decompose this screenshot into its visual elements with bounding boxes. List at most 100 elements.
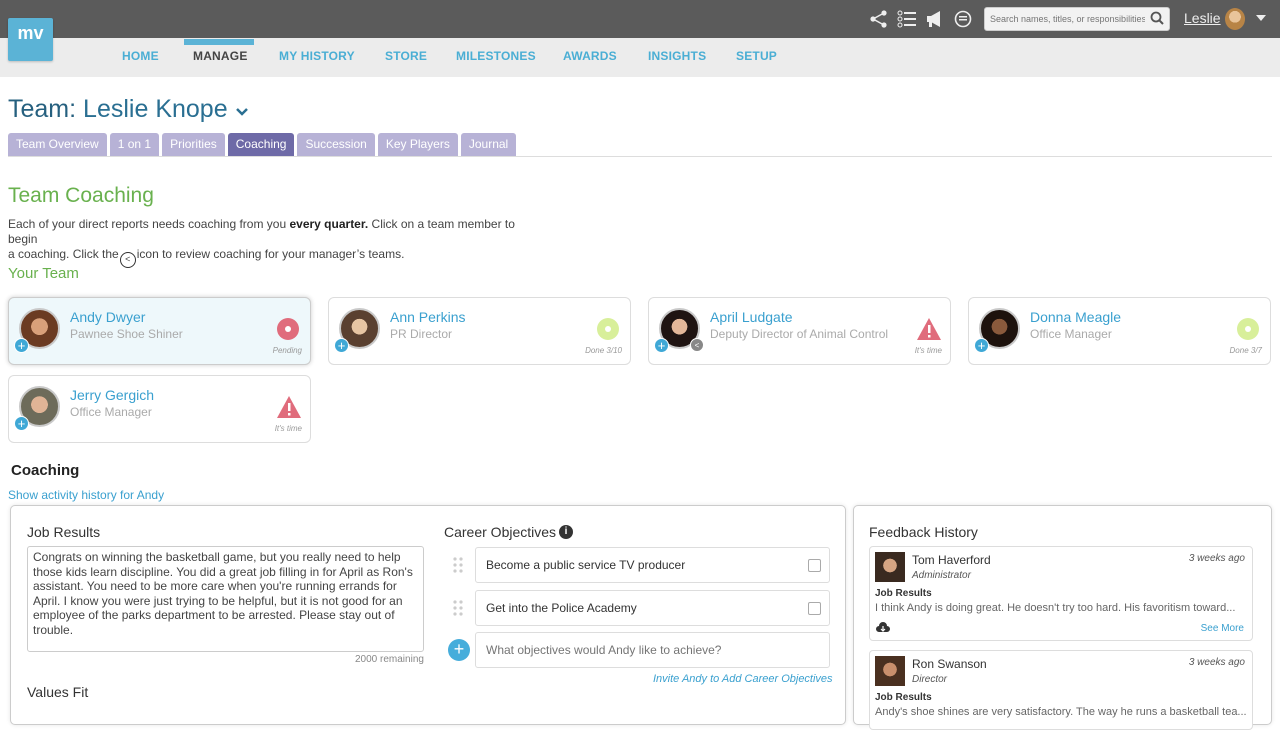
objective-item[interactable]: Become a public service TV producer: [475, 547, 830, 583]
feedback-text: Andy's shoe shines are very satisfactory…: [875, 706, 1247, 718]
objective-input[interactable]: [475, 632, 830, 668]
add-objective-button[interactable]: +: [448, 639, 470, 661]
job-results-textarea[interactable]: Congrats on winning the basketball game,…: [27, 546, 424, 652]
avatar: [875, 552, 905, 582]
your-team-heading: Your Team: [8, 265, 79, 282]
feedback-time: 3 weeks ago: [1188, 657, 1245, 668]
warning-icon: [916, 317, 941, 341]
megaphone-icon[interactable]: [924, 8, 946, 30]
member-card-jerry[interactable]: + Jerry Gergich Office Manager It's time: [8, 375, 311, 443]
values-fit-title: Values Fit: [27, 684, 89, 700]
nav-milestones[interactable]: MILESTONES: [456, 49, 536, 63]
member-title: Deputy Director of Animal Control: [710, 327, 889, 341]
add-icon[interactable]: +: [14, 416, 29, 431]
search-icon[interactable]: [1150, 11, 1164, 30]
feedback-time: 3 weeks ago: [1188, 553, 1245, 564]
career-objectives-title: Career Objectives: [444, 524, 557, 540]
add-icon[interactable]: +: [974, 338, 989, 353]
nav-active-indicator: [184, 39, 254, 45]
section-title: Team Coaching: [8, 184, 154, 207]
feedback-author: Ron Swanson: [912, 657, 987, 671]
drag-handle-icon[interactable]: [452, 599, 464, 617]
drag-handle-icon[interactable]: [452, 556, 464, 574]
search-input[interactable]: [985, 8, 1145, 30]
feedback-author: Tom Haverford: [912, 553, 991, 567]
feedback-role: Director: [912, 674, 948, 685]
tab-succession[interactable]: Succession: [297, 133, 375, 156]
chat-icon[interactable]: [952, 8, 974, 30]
feedback-section: Job Results: [875, 692, 932, 703]
info-icon[interactable]: i: [559, 525, 573, 539]
user-name-link[interactable]: Leslie: [1184, 10, 1221, 26]
feedback-panel: Feedback History Tom Haverford Administr…: [853, 505, 1272, 730]
top-icons: [868, 8, 974, 30]
feedback-item: Tom Haverford Administrator 3 weeks ago …: [869, 546, 1253, 641]
feedback-role: Administrator: [912, 570, 971, 581]
feedback-section: Job Results: [875, 588, 932, 599]
status-text: It's time: [274, 424, 302, 433]
intro-text: Each of your direct reports needs coachi…: [8, 217, 528, 268]
tab-team-overview[interactable]: Team Overview: [8, 133, 107, 156]
status-text: Done 3/10: [585, 346, 622, 355]
nav-insights[interactable]: INSIGHTS: [648, 49, 706, 63]
member-card-donna[interactable]: + Donna Meagle Office Manager Done 3/7: [968, 297, 1271, 365]
pending-icon: [276, 317, 300, 341]
user-menu-caret-icon[interactable]: [1256, 15, 1266, 21]
add-icon[interactable]: +: [14, 338, 29, 353]
job-results-title: Job Results: [27, 524, 101, 540]
member-title: Office Manager: [1030, 327, 1112, 341]
nav-awards[interactable]: AWARDS: [563, 49, 617, 63]
add-icon[interactable]: +: [654, 338, 669, 353]
member-name: Jerry Gergich: [70, 387, 155, 403]
tab-coaching[interactable]: Coaching: [227, 133, 295, 156]
status-text: Done 3/7: [1229, 346, 1262, 355]
objective-checkbox[interactable]: [808, 559, 821, 572]
member-card-andy[interactable]: + Andy Dwyer Pawnee Shoe Shiner Pending: [8, 297, 311, 365]
feedback-item: Ron Swanson Director 3 weeks ago Job Res…: [869, 650, 1253, 730]
invite-link[interactable]: Invite Andy to Add Career Objectives: [653, 673, 833, 685]
done-icon: [1236, 317, 1260, 341]
member-name: Andy Dwyer: [70, 309, 146, 325]
feedback-text: I think Andy is doing great. He doesn't …: [875, 602, 1236, 614]
nav-home[interactable]: HOME: [122, 49, 159, 63]
done-icon: [596, 317, 620, 341]
chars-remaining: 2000 remaining: [355, 654, 424, 665]
top-bar: Leslie: [0, 0, 1280, 38]
search-box[interactable]: [984, 7, 1170, 31]
checklist-icon[interactable]: [896, 8, 918, 30]
cloud-download-icon[interactable]: [876, 621, 890, 639]
see-more-link[interactable]: See More: [1201, 623, 1244, 634]
nav-manage[interactable]: MANAGE: [193, 49, 248, 63]
share-icon[interactable]: <: [690, 338, 704, 352]
status-text: Pending: [272, 346, 302, 355]
page-title[interactable]: Team: Leslie Knope: [8, 95, 249, 124]
coaching-heading: Coaching: [11, 462, 80, 479]
objective-checkbox[interactable]: [808, 602, 821, 615]
avatar: [875, 656, 905, 686]
coaching-panel: Job Results Congrats on winning the bask…: [10, 505, 846, 725]
show-history-link[interactable]: Show activity history for Andy: [8, 488, 164, 502]
share-icon[interactable]: [868, 8, 890, 30]
nav-store[interactable]: STORE: [385, 49, 427, 63]
feedback-history-title: Feedback History: [869, 524, 978, 540]
tab-key-players[interactable]: Key Players: [377, 133, 458, 156]
member-name: Ann Perkins: [390, 309, 466, 325]
member-title: Pawnee Shoe Shiner: [70, 327, 183, 341]
share-icon: <: [119, 252, 136, 268]
tab-priorities[interactable]: Priorities: [162, 133, 225, 156]
tab-journal[interactable]: Journal: [460, 133, 517, 156]
user-avatar[interactable]: [1225, 8, 1245, 30]
member-card-ann[interactable]: + Ann Perkins PR Director Done 3/10: [328, 297, 631, 365]
nav-setup[interactable]: SETUP: [736, 49, 777, 63]
member-name: April Ludgate: [710, 309, 793, 325]
team-name: Leslie Knope: [83, 95, 228, 123]
tab-1-on-1[interactable]: 1 on 1: [109, 133, 160, 156]
member-name: Donna Meagle: [1030, 309, 1122, 325]
add-icon[interactable]: +: [334, 338, 349, 353]
app-logo[interactable]: mv: [8, 18, 53, 61]
nav-my-history[interactable]: MY HISTORY: [279, 49, 355, 63]
chevron-down-icon[interactable]: [235, 95, 249, 123]
objective-item[interactable]: Get into the Police Academy: [475, 590, 830, 626]
status-text: It's time: [914, 346, 942, 355]
member-card-april[interactable]: + < April Ludgate Deputy Director of Ani…: [648, 297, 951, 365]
